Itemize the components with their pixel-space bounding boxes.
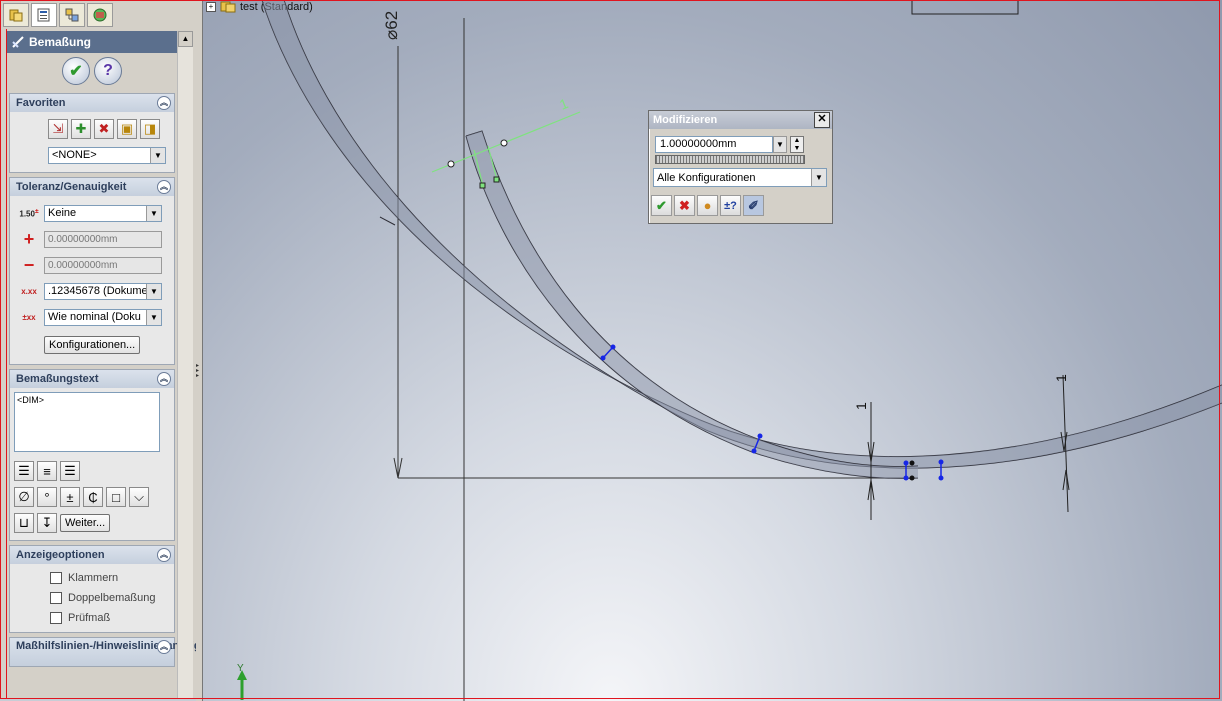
chevron-down-icon[interactable]: ▼ [773, 136, 787, 153]
dimension-handle-icon[interactable] [500, 139, 508, 147]
endpoint-handle-icon[interactable] [493, 176, 500, 183]
point-icon[interactable] [600, 355, 606, 361]
selected-dimension-value[interactable]: 1 [557, 95, 570, 113]
arrow-up-icon [1062, 469, 1070, 491]
spin-up-down-icon[interactable]: ▲ ▼ [790, 136, 804, 153]
point-icon[interactable] [909, 460, 915, 466]
sketch-geometry: 1 ⌀62 1 1 Y [237, 0, 1222, 701]
point-icon[interactable] [903, 475, 909, 481]
point-icon[interactable] [610, 344, 616, 350]
value-spinbox: 1.00000000mm ▼ ▲ ▼ [655, 136, 804, 153]
modify-dialog-toolbar: ✔ ✖ ● ±? ✐ [651, 195, 764, 216]
cancel-button[interactable]: ✖ [674, 195, 695, 216]
point-icon[interactable] [757, 433, 763, 439]
configuration-select-value: Alle Konfigurationen [657, 171, 756, 184]
mark-dimension-button[interactable]: ✐ [743, 195, 764, 216]
outer-arc-edge-1 [261, 0, 1222, 458]
point-icon[interactable] [903, 460, 909, 466]
rebuild-button[interactable]: ● [697, 195, 718, 216]
check-icon: ✔ [656, 197, 667, 213]
point-icon[interactable] [909, 475, 915, 481]
arc-segment-line [379, 216, 396, 226]
point-icon[interactable] [938, 459, 944, 465]
point-icon[interactable] [938, 475, 944, 481]
y-axis-label: Y [237, 663, 244, 674]
dimension-handle-icon[interactable] [447, 160, 455, 168]
traffic-light-icon: ● [703, 198, 712, 213]
close-icon[interactable]: ✕ [814, 112, 830, 128]
thickness-dimension-value-right[interactable]: 1 [1053, 374, 1069, 382]
modify-dialog-title-bar[interactable]: Modifizieren ✕ [649, 111, 832, 129]
plus-minus-question-icon: ±? [724, 199, 737, 212]
dimension-mark-icon: ✐ [748, 197, 759, 213]
cross-icon: ✖ [679, 197, 690, 213]
modify-dialog-title: Modifizieren [653, 114, 718, 126]
endpoint-handle-icon[interactable] [479, 182, 486, 189]
diameter-dimension-label[interactable]: ⌀62 [382, 11, 401, 40]
modify-dialog: Modifizieren ✕ 1.00000000mm ▼ ▲ ▼ Alle Ko… [648, 110, 833, 224]
reverse-direction-button[interactable]: ±? [720, 195, 741, 216]
thumbwheel-slider[interactable] [655, 155, 805, 164]
outer-arc-fill [262, 0, 1222, 469]
configuration-select[interactable]: Alle Konfigurationen ▼ [653, 168, 827, 187]
chevron-down-icon: ▼ [811, 169, 826, 186]
top-edge-line [911, 0, 1019, 15]
point-icon[interactable] [751, 448, 757, 454]
ok-button[interactable]: ✔ [651, 195, 672, 216]
thickness-dimension-value-left[interactable]: 1 [853, 402, 869, 410]
dimension-value-input[interactable]: 1.00000000mm [655, 136, 773, 153]
